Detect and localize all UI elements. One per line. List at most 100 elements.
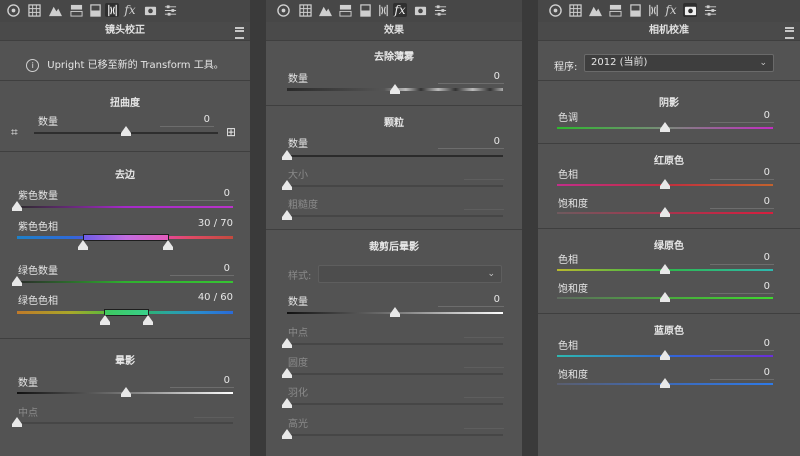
camera-icon[interactable]	[683, 3, 697, 17]
mountain-icon[interactable]	[588, 3, 602, 17]
green-hue-cal-thumb[interactable]	[660, 264, 670, 274]
panel-title: 镜头校正	[0, 22, 250, 41]
grain-amount-thumb[interactable]	[282, 150, 292, 160]
split-toning-icon[interactable]	[69, 3, 83, 17]
divider	[538, 228, 800, 229]
green-hue-high-thumb[interactable]	[143, 315, 153, 325]
hsl-icon[interactable]	[628, 3, 642, 17]
fx-icon[interactable]: fx	[664, 3, 678, 17]
blue-hue-value[interactable]: 0	[710, 338, 774, 351]
shadows-tint-value[interactable]: 0	[710, 110, 774, 123]
distortion-amount-value[interactable]: 0	[160, 114, 214, 127]
grain-roughness-thumb	[282, 210, 292, 220]
camera-icon[interactable]	[413, 3, 427, 17]
panel-title-text: 效果	[384, 25, 404, 36]
vignette-amount-thumb[interactable]	[121, 387, 131, 397]
info-icon: i	[26, 58, 40, 72]
process-select[interactable]: 2012 (当前) ⌄	[584, 54, 774, 72]
grid-icon[interactable]	[568, 3, 582, 17]
lens-icon[interactable]	[376, 3, 390, 17]
aperture-icon[interactable]	[276, 3, 290, 17]
mountain-icon[interactable]	[48, 3, 62, 17]
panel-menu-icon[interactable]	[785, 27, 794, 39]
purple-hue-low-thumb[interactable]	[78, 240, 88, 250]
shadows-tint-thumb[interactable]	[660, 122, 670, 132]
vignette-title: 晕影	[115, 356, 135, 367]
hsl-icon[interactable]	[358, 3, 372, 17]
purple-amount-value[interactable]: 0	[170, 188, 234, 201]
panel-menu-icon[interactable]	[235, 27, 244, 39]
shadows-title: 阴影	[659, 98, 679, 109]
split-toning-icon[interactable]	[608, 3, 622, 17]
fx-icon[interactable]: fx	[393, 3, 407, 17]
shadows-tint-label: 色调	[558, 113, 578, 124]
pcv-roundness-label: 圆度	[288, 358, 308, 369]
grain-size-slider	[287, 185, 503, 187]
aperture-icon[interactable]	[6, 3, 20, 17]
distortion-amount-thumb[interactable]	[121, 126, 131, 136]
camera-calibration-panel: fx 相机校准 程序: 2012 (当前) ⌄ 阴影 色调 0 红原色 色相 0 …	[538, 0, 800, 456]
pcv-amount-value[interactable]: 0	[438, 294, 504, 307]
lens-icon[interactable]	[105, 3, 119, 17]
green-sat-thumb[interactable]	[660, 292, 670, 302]
aperture-icon[interactable]	[548, 3, 562, 17]
toolbar: fx	[538, 0, 800, 23]
panel-title-text: 相机校准	[649, 25, 689, 36]
lens-icon[interactable]	[646, 3, 660, 17]
grain-amount-slider[interactable]	[287, 155, 503, 157]
red-hue-value[interactable]: 0	[710, 167, 774, 180]
green-hue-low-thumb[interactable]	[100, 315, 110, 325]
dehaze-amount-thumb[interactable]	[390, 84, 400, 94]
green-hue-cal-value[interactable]: 0	[710, 252, 774, 265]
split-toning-icon[interactable]	[338, 3, 352, 17]
vignette-amount-value[interactable]: 0	[170, 375, 234, 388]
purple-hue-value: 30 / 70	[197, 218, 233, 229]
pcv-highlights-label: 高光	[288, 419, 308, 430]
style-select: ⌄	[318, 265, 502, 283]
purple-hue-high-thumb[interactable]	[163, 240, 173, 250]
blue-sat-thumb[interactable]	[660, 378, 670, 388]
process-select-value: 2012 (当前)	[591, 57, 648, 68]
red-sat-value[interactable]: 0	[710, 196, 774, 209]
green-amount-thumb[interactable]	[12, 276, 22, 286]
grain-size-label: 大小	[288, 170, 308, 181]
pcv-highlights-slider	[287, 434, 503, 436]
vignette-amount-label: 数量	[18, 378, 38, 389]
camera-icon[interactable]	[143, 3, 157, 17]
grid-icon[interactable]	[298, 3, 312, 17]
red-hue-thumb[interactable]	[660, 179, 670, 189]
dehaze-amount-value[interactable]: 0	[438, 71, 504, 84]
toolbar: fx	[266, 0, 522, 23]
grain-size-value	[464, 167, 504, 180]
purple-amount-slider[interactable]	[17, 206, 233, 208]
purple-amount-thumb[interactable]	[12, 201, 22, 211]
purple-hue-range	[83, 234, 169, 241]
green-hue-label: 绿色色相	[18, 296, 58, 307]
process-label: 程序:	[554, 62, 578, 73]
pincushion-distortion-icon: ⊞	[226, 125, 237, 139]
blue-primary-title: 蓝原色	[654, 326, 684, 337]
notice-text: Upright 已移至新的 Transform 工具。	[47, 60, 224, 71]
fx-icon[interactable]: fx	[123, 3, 137, 17]
blue-hue-thumb[interactable]	[660, 350, 670, 360]
sliders-icon[interactable]	[163, 3, 177, 17]
sliders-icon[interactable]	[433, 3, 447, 17]
grain-roughness-value	[464, 197, 504, 210]
mountain-icon[interactable]	[318, 3, 332, 17]
vignette-midpoint-thumb	[12, 417, 22, 427]
grid-icon[interactable]	[27, 3, 41, 17]
sliders-icon[interactable]	[703, 3, 717, 17]
panel-title: 相机校准	[538, 22, 800, 41]
divider	[538, 313, 800, 314]
red-sat-thumb[interactable]	[660, 207, 670, 217]
green-amount-slider[interactable]	[17, 281, 233, 283]
style-label: 样式:	[288, 271, 312, 282]
pcv-amount-thumb[interactable]	[390, 307, 400, 317]
pcv-midpoint-slider	[287, 343, 503, 345]
hsl-icon[interactable]	[88, 3, 102, 17]
green-sat-value[interactable]: 0	[710, 281, 774, 294]
red-sat-label: 饱和度	[558, 199, 588, 210]
green-amount-value[interactable]: 0	[170, 263, 234, 276]
grain-amount-value[interactable]: 0	[438, 136, 504, 149]
blue-sat-value[interactable]: 0	[710, 367, 774, 380]
